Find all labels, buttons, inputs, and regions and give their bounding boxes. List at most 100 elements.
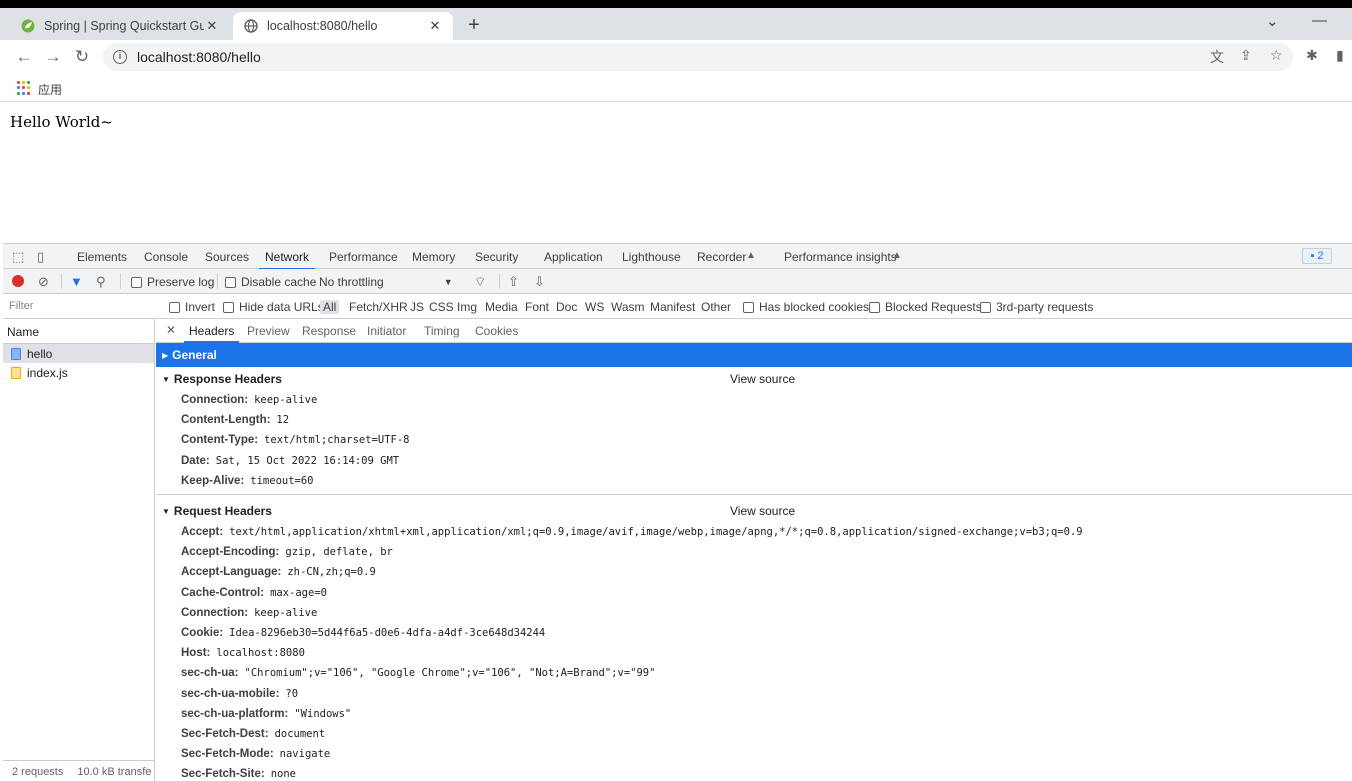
filter-type-js[interactable]: JS: [410, 300, 424, 314]
tab-timing[interactable]: Timing: [424, 324, 460, 338]
translate-icon[interactable]: 文: [1210, 47, 1224, 67]
address-bar[interactable]: i localhost:8080/hello: [103, 43, 1293, 71]
minimize-icon[interactable]: —: [1312, 12, 1327, 29]
requests-list: Name hello index.js 2 requests 10.0 kB t…: [3, 319, 155, 781]
tab-preview[interactable]: Preview: [247, 324, 290, 338]
tab-headers[interactable]: Headers: [183, 324, 240, 343]
device-toggle-icon[interactable]: ▯: [37, 249, 44, 265]
response-headers-header[interactable]: ▼ Response Headers View source: [156, 367, 1352, 390]
blocked-requests-checkbox[interactable]: Blocked Requests: [869, 300, 982, 314]
tab-title: Spring | Spring Quickstart Gui: [44, 19, 204, 33]
tab-spring-quickstart[interactable]: Spring | Spring Quickstart Gui ✕: [10, 12, 230, 40]
header-row: Accept-Language: zh-CN,zh;q=0.9: [156, 562, 1352, 582]
header-name: Accept:: [181, 526, 224, 539]
header-row: Date: Sat, 15 Oct 2022 16:14:09 GMT: [156, 451, 1352, 471]
script-icon: [11, 366, 21, 379]
header-value: Idea-8296eb30=5d44f6a5-d0e6-4dfa-a4df-3c…: [229, 626, 546, 639]
disable-cache-checkbox[interactable]: Disable cache: [225, 275, 316, 289]
export-har-icon[interactable]: ⇩: [534, 274, 545, 290]
search-icon[interactable]: ⚲: [96, 274, 106, 290]
tab-memory[interactable]: Memory: [412, 250, 455, 264]
network-toolbar: ⊘ ▼ ⚲ Preserve log Disable cache No thro…: [3, 269, 1352, 294]
tab-network[interactable]: Network: [258, 250, 316, 270]
bookmark-star-icon[interactable]: ☆: [1270, 47, 1283, 64]
header-value: zh-CN,zh;q=0.9: [287, 566, 376, 579]
header-name: Content-Length:: [181, 414, 271, 427]
filter-type-all[interactable]: All: [320, 300, 340, 314]
site-info-icon[interactable]: i: [113, 50, 127, 64]
share-icon[interactable]: ⇪: [1240, 47, 1252, 64]
page-text: Hello World~: [10, 113, 113, 131]
tab-sources[interactable]: Sources: [205, 250, 249, 264]
new-tab-button[interactable]: +: [462, 14, 486, 37]
view-source-link[interactable]: View source: [730, 372, 795, 386]
filter-type-other[interactable]: Other: [701, 300, 731, 314]
header-value: gzip, deflate, br: [285, 546, 393, 559]
filter-input[interactable]: Filter: [9, 300, 33, 312]
filter-type-img[interactable]: Img: [457, 300, 477, 314]
header-row: Sec-Fetch-Mode: navigate: [156, 744, 1352, 764]
caret-right-icon: ▶: [162, 351, 169, 360]
apps-grid-icon[interactable]: [17, 81, 31, 95]
filter-type-manifest[interactable]: Manifest: [650, 300, 695, 314]
tab-cookies[interactable]: Cookies: [475, 324, 518, 338]
response-headers-section: ▼ Response Headers View source Connection…: [156, 367, 1352, 491]
view-source-link[interactable]: View source: [730, 504, 795, 518]
header-name: Accept-Encoding:: [181, 546, 280, 559]
invert-checkbox[interactable]: Invert: [169, 300, 215, 314]
back-arrow-icon[interactable]: ←: [14, 47, 34, 67]
tab-security[interactable]: Security: [475, 250, 518, 264]
tab-console[interactable]: Console: [144, 250, 188, 264]
header-row: sec-ch-ua-mobile: ?0: [156, 683, 1352, 703]
devtools-panel: ⬚ ▯ Elements Console Sources Network Per…: [3, 243, 1352, 781]
forward-arrow-icon[interactable]: →: [43, 47, 63, 67]
tab-recorder[interactable]: Recorder: [697, 250, 746, 264]
issues-badge[interactable]: ▪ 2: [1302, 248, 1332, 264]
inspect-element-icon[interactable]: ⬚: [12, 249, 24, 265]
request-headers-header[interactable]: ▼ Request Headers View source: [156, 499, 1352, 522]
close-tab-icon[interactable]: ✕: [427, 18, 443, 34]
header-row: Accept: text/html,application/xhtml+xml,a…: [156, 522, 1352, 542]
tab-initiator[interactable]: Initiator: [367, 324, 406, 338]
tab-localhost-hello[interactable]: localhost:8080/hello ✕: [233, 12, 453, 40]
request-row-hello[interactable]: hello: [3, 344, 154, 363]
tab-performance[interactable]: Performance: [329, 250, 398, 264]
throttling-select[interactable]: No throttling ▼: [319, 275, 453, 289]
apps-bookmark-label[interactable]: 应用: [38, 81, 62, 98]
url-text: localhost:8080/hello: [137, 49, 261, 65]
name-column-header[interactable]: Name: [3, 319, 154, 344]
filter-type-css[interactable]: CSS: [429, 300, 454, 314]
filter-funnel-icon[interactable]: ▼: [70, 274, 83, 289]
tab-elements[interactable]: Elements: [77, 250, 127, 264]
general-section-header[interactable]: ▶ General: [156, 343, 1352, 367]
tab-response[interactable]: Response: [302, 324, 356, 338]
filter-type-media[interactable]: Media: [485, 300, 518, 314]
close-details-icon[interactable]: ✕: [166, 323, 176, 337]
import-har-icon[interactable]: ⇧: [508, 274, 519, 290]
tab-lighthouse[interactable]: Lighthouse: [622, 250, 681, 264]
request-row-index-js[interactable]: index.js: [3, 363, 154, 382]
header-value: timeout=60: [250, 474, 314, 487]
clear-icon[interactable]: ⊘: [38, 274, 49, 290]
tab-performance-insights[interactable]: Performance insights: [784, 250, 897, 264]
hide-data-urls-checkbox[interactable]: Hide data URLs: [223, 300, 324, 314]
record-icon[interactable]: [12, 275, 24, 287]
header-name: Connection:: [181, 394, 249, 407]
extensions-puzzle-icon[interactable]: ✱: [1306, 47, 1318, 64]
filter-type-fetch-xhr[interactable]: Fetch/XHR: [349, 300, 408, 314]
filter-type-wasm[interactable]: Wasm: [611, 300, 645, 314]
tab-search-icon[interactable]: ⌄: [1266, 12, 1279, 30]
filter-type-ws[interactable]: WS: [585, 300, 604, 314]
filter-type-doc[interactable]: Doc: [556, 300, 577, 314]
header-row: Content-Type: text/html;charset=UTF-8: [156, 430, 1352, 450]
reload-icon[interactable]: ↻: [72, 47, 92, 67]
close-tab-icon[interactable]: ✕: [204, 18, 220, 34]
tab-application[interactable]: Application: [544, 250, 603, 264]
side-panel-icon[interactable]: ▮: [1336, 47, 1344, 64]
preserve-log-checkbox[interactable]: Preserve log: [131, 275, 214, 289]
network-conditions-icon[interactable]: ⌔: [474, 274, 486, 290]
third-party-requests-checkbox[interactable]: 3rd-party requests: [980, 300, 1093, 314]
filter-type-font[interactable]: Font: [525, 300, 549, 314]
has-blocked-cookies-checkbox[interactable]: Has blocked cookies: [743, 300, 869, 314]
section-divider: [156, 493, 1352, 495]
